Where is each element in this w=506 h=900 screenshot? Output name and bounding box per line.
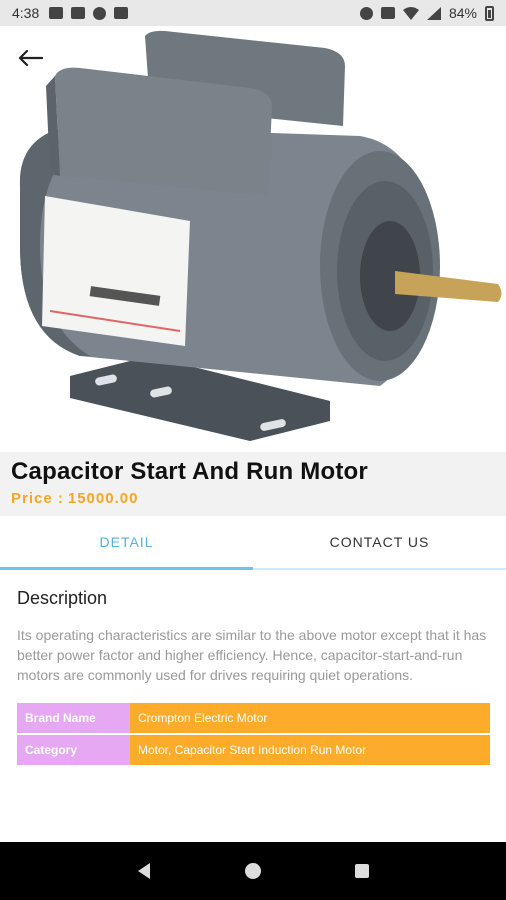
wifi-icon (402, 6, 419, 20)
tab-bar: DETAIL CONTACT US (0, 516, 506, 570)
spec-key: Category (17, 735, 130, 765)
specs-table: Brand Name Crompton Electric Motor Categ… (17, 701, 490, 767)
detail-panel: Description Its operating characteristic… (0, 572, 506, 842)
alarm-icon (359, 6, 373, 20)
app-notification-icon (71, 7, 86, 19)
battery-percent: 84% (448, 5, 477, 21)
tab-detail[interactable]: DETAIL (0, 516, 253, 570)
table-row: Brand Name Crompton Electric Motor (17, 703, 490, 733)
spec-value: Crompton Electric Motor (130, 703, 490, 733)
table-row: Category Motor, Capacitor Start Inductio… (17, 735, 490, 765)
youtube-icon (49, 7, 64, 19)
back-button[interactable] (14, 42, 46, 74)
tab-contact-us[interactable]: CONTACT US (253, 516, 506, 568)
description-text: Its operating characteristics are simila… (17, 627, 487, 683)
vibrate-icon (380, 7, 395, 19)
nav-recents-button[interactable] (347, 856, 377, 886)
motor-illustration (19, 30, 502, 441)
description-heading: Description (17, 588, 108, 608)
nav-back-button[interactable] (129, 856, 159, 886)
battery-icon (485, 5, 494, 21)
product-title: Capacitor Start And Run Motor (11, 458, 368, 485)
nav-home-button[interactable] (238, 856, 268, 886)
signal-icon (426, 6, 441, 20)
product-image (0, 26, 506, 452)
product-header: Capacitor Start And Run Motor Price : 15… (0, 452, 506, 516)
play-icon (93, 6, 107, 20)
navigation-bar (0, 842, 506, 900)
square-recents-icon (354, 864, 369, 878)
triangle-back-icon (138, 863, 151, 879)
circle-home-icon (244, 863, 261, 879)
spec-value: Motor, Capacitor Start Induction Run Mot… (130, 735, 490, 765)
arrow-left-icon (18, 49, 43, 67)
product-price: Price : 15000.00 (11, 490, 495, 507)
download-icon (114, 7, 129, 19)
spec-key: Brand Name (17, 703, 130, 733)
status-time: 4:38 (12, 5, 40, 21)
status-bar: 4:38 84% (0, 0, 506, 26)
price-label: Price : (11, 490, 64, 507)
price-value: 15000.00 (67, 490, 139, 507)
